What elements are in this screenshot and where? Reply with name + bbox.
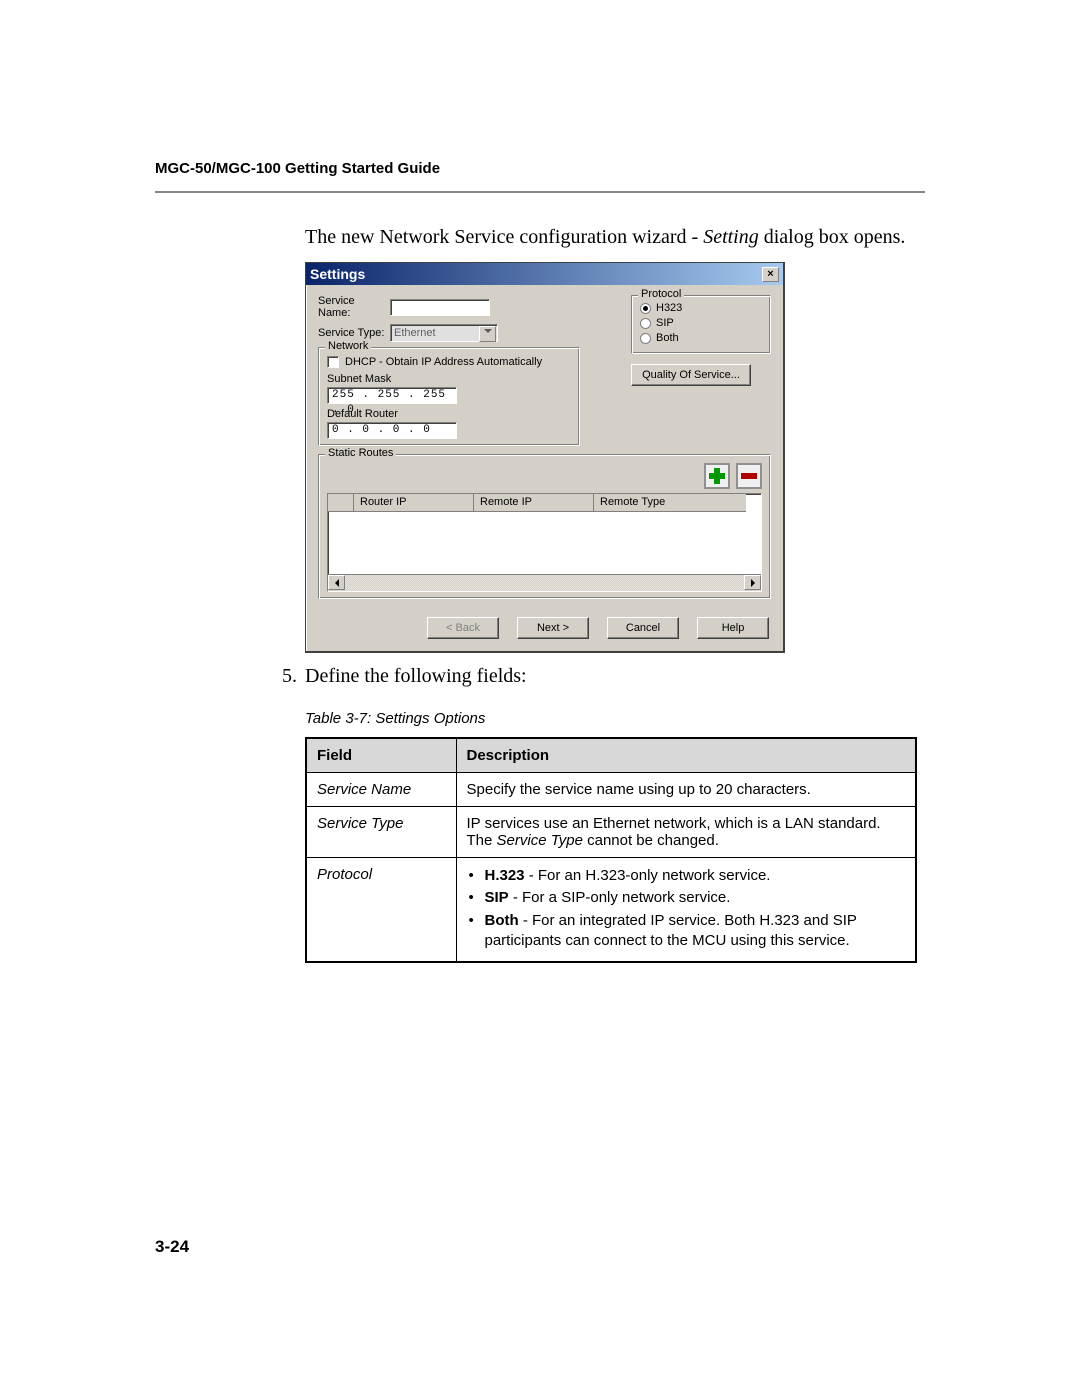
grid-col-blank [328, 494, 354, 512]
router-label: Default Router [327, 408, 571, 420]
settings-dialog: Settings × Service Name: Service Type: E… [305, 262, 785, 653]
scroll-track[interactable] [345, 575, 744, 591]
table-row: Protocol H.323 - For an H.323-only netwo… [306, 858, 916, 963]
triangle-right-icon [751, 579, 755, 587]
list-item: H.323 - For an H.323-only network servic… [467, 866, 906, 886]
plus-icon [709, 468, 725, 484]
add-route-button[interactable] [704, 463, 730, 489]
scroll-left-button[interactable] [328, 575, 345, 590]
step-number: 5. [275, 665, 305, 688]
table-row: Service Name Specify the service name us… [306, 773, 916, 807]
protocol-legend: Protocol [638, 288, 684, 300]
service-name-input[interactable] [390, 299, 490, 316]
network-legend: Network [325, 340, 371, 352]
static-routes-grid[interactable]: Router IP Remote IP Remote Type [327, 493, 762, 592]
static-routes-legend: Static Routes [325, 447, 396, 459]
step-text: Define the following fields: [305, 665, 527, 688]
router-input[interactable]: 0 . 0 . 0 . 0 [327, 422, 457, 439]
list-item: SIP - For a SIP-only network service. [467, 888, 906, 908]
bullet-rest: - For a SIP-only network service. [509, 889, 731, 906]
service-type-value: Ethernet [394, 327, 436, 339]
bullet-bold: SIP [485, 889, 509, 906]
table-row: Service Type IP services use an Ethernet… [306, 807, 916, 858]
page-number: 3-24 [155, 1237, 189, 1257]
subnet-label: Subnet Mask [327, 373, 571, 385]
field-cell: Protocol [306, 858, 456, 963]
field-cell: Service Type [306, 807, 456, 858]
dialog-footer: < Back Next > Cancel Help [306, 609, 783, 651]
protocol-fieldset: Protocol H323 SIP Both [631, 295, 771, 354]
field-cell: Service Name [306, 773, 456, 807]
bullet-bold: Both [485, 912, 519, 929]
grid-body [328, 512, 761, 574]
dhcp-label: DHCP - Obtain IP Address Automatically [345, 356, 542, 368]
protocol-both-label: Both [656, 332, 679, 344]
subnet-input[interactable]: 255 . 255 . 255 . 0 [327, 387, 457, 404]
radio-icon [640, 318, 651, 329]
radio-icon [640, 303, 651, 314]
table-caption: Table 3-7: Settings Options [305, 710, 925, 727]
bullet-bold: H.323 [485, 867, 525, 884]
remove-route-button[interactable] [736, 463, 762, 489]
protocol-sip-label: SIP [656, 317, 674, 329]
static-routes-fieldset: Static Routes Router IP Remote IP Remote… [318, 454, 771, 599]
next-button[interactable]: Next > [517, 617, 589, 639]
list-item: Both - For an integrated IP service. Bot… [467, 911, 906, 952]
service-type-label: Service Type: [318, 327, 390, 339]
doc-header: MGC-50/MGC-100 Getting Started Guide [155, 160, 925, 193]
protocol-both-option[interactable]: Both [640, 332, 762, 344]
intro-prefix: The new Network Service configuration wi… [305, 226, 703, 248]
qos-button[interactable]: Quality Of Service... [631, 364, 751, 386]
close-button[interactable]: × [762, 267, 779, 282]
chevron-down-icon [484, 329, 492, 333]
service-name-label: Service Name: [318, 295, 390, 319]
dialog-title: Settings [310, 266, 365, 282]
intro-text: The new Network Service configuration wi… [305, 223, 925, 252]
bullet-rest: - For an H.323-only network service. [525, 867, 771, 884]
horizontal-scrollbar[interactable] [328, 574, 761, 591]
back-button: < Back [427, 617, 499, 639]
protocol-h323-label: H323 [656, 302, 682, 314]
desc-cell: H.323 - For an H.323-only network servic… [456, 858, 916, 963]
grid-col-remote-type: Remote Type [594, 494, 746, 512]
dialog-titlebar: Settings × [306, 263, 783, 285]
protocol-sip-option[interactable]: SIP [640, 317, 762, 329]
desc-part: cannot be changed. [583, 832, 719, 849]
triangle-left-icon [335, 579, 339, 587]
protocol-h323-option[interactable]: H323 [640, 302, 762, 314]
col-field-header: Field [306, 738, 456, 773]
desc-cell: Specify the service name using up to 20 … [456, 773, 916, 807]
scroll-right-button[interactable] [744, 575, 761, 590]
intro-italic: Setting [703, 226, 759, 248]
grid-col-remote-ip: Remote IP [474, 494, 594, 512]
dialog-right-column: Protocol H323 SIP Both Quality Of Servic… [631, 295, 771, 386]
minus-icon [741, 473, 757, 479]
grid-col-router-ip: Router IP [354, 494, 474, 512]
col-description-header: Description [456, 738, 916, 773]
network-fieldset: Network DHCP - Obtain IP Address Automat… [318, 347, 580, 446]
radio-icon [640, 333, 651, 344]
desc-cell: IP services use an Ethernet network, whi… [456, 807, 916, 858]
desc-italic: Service Type [497, 832, 583, 849]
intro-suffix: dialog box opens. [759, 226, 906, 248]
service-type-combo[interactable]: Ethernet [390, 324, 498, 342]
bullet-rest: - For an integrated IP service. Both H.3… [485, 912, 857, 949]
help-button[interactable]: Help [697, 617, 769, 639]
dhcp-checkbox[interactable] [327, 356, 339, 368]
settings-options-table: Field Description Service Name Specify t… [305, 737, 917, 963]
cancel-button[interactable]: Cancel [607, 617, 679, 639]
